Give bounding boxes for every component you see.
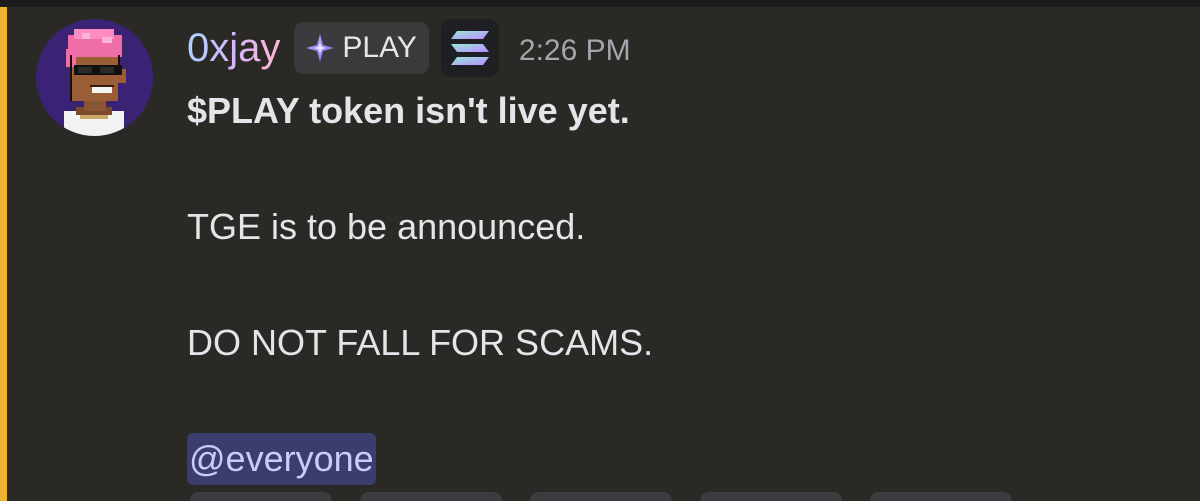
guild-tag[interactable]: PLAY	[294, 22, 429, 74]
username[interactable]: 0xjay	[187, 24, 280, 72]
message-timestamp: 2:26 PM	[518, 34, 631, 67]
message-line-tge: TGE is to be announced.	[187, 206, 586, 247]
message-line-warning: DO NOT FALL FOR SCAMS.	[187, 322, 654, 363]
message-content: $PLAY token isn't live yet. TGE is to be…	[187, 82, 1177, 488]
top-strip	[0, 0, 1200, 7]
solana-logo-icon	[450, 31, 489, 65]
pixel-avatar-icon	[36, 19, 153, 136]
chat-message: 0xjay PLAY 2:26 PM $PLAY token isn't liv…	[0, 7, 1200, 501]
mention-line: @everyone	[187, 430, 1177, 488]
message-headline: $PLAY token isn't live yet.	[187, 90, 630, 131]
reaction-chip[interactable]	[870, 492, 1012, 501]
solana-badge[interactable]	[440, 19, 499, 77]
guild-tag-label: PLAY	[342, 31, 417, 64]
everyone-mention[interactable]: @everyone	[187, 433, 376, 485]
reaction-chip[interactable]	[530, 492, 672, 501]
message-header: 0xjay PLAY 2:26 PM	[187, 19, 631, 77]
avatar[interactable]	[36, 19, 153, 136]
reactions-row	[190, 492, 1012, 501]
reaction-chip[interactable]	[360, 492, 502, 501]
reaction-chip[interactable]	[700, 492, 842, 501]
reaction-chip[interactable]	[190, 492, 332, 501]
sparkle-diamond-icon	[306, 34, 335, 62]
